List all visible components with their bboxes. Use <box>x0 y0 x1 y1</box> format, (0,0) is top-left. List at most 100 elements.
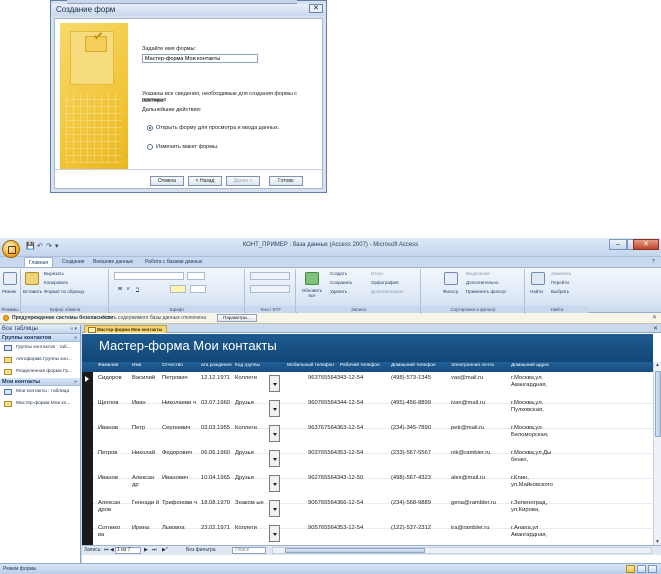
field-9[interactable]: г.Зеленоград, ул.Кирова, <box>511 500 559 514</box>
field-8[interactable]: ira@rambler.ru <box>451 525 507 532</box>
totals-button[interactable]: Итоги <box>371 271 383 276</box>
help-icon[interactable]: ? <box>648 257 659 267</box>
field-6[interactable]: 66-12-54 <box>340 500 384 507</box>
filter-status-button[interactable]: Без фильтра <box>186 547 216 554</box>
field-7[interactable]: (498)-573-1345 <box>391 375 443 382</box>
field-1[interactable]: Василий <box>132 375 162 382</box>
field-6[interactable]: 53-12-54 <box>340 450 384 457</box>
format-painter-button[interactable]: Формат по образцу <box>44 289 84 294</box>
field-7[interactable]: (233)-567-5567 <box>391 450 443 457</box>
field-7[interactable]: (122)-537-2312 <box>391 525 443 532</box>
next-button[interactable]: Далее > <box>226 176 260 186</box>
design-view-icon[interactable] <box>648 565 657 573</box>
vertical-scrollbar[interactable]: ▲ ▼ <box>653 362 661 545</box>
minimize-button[interactable]: – <box>609 239 627 250</box>
field-8[interactable]: gena@rambler.ru <box>451 500 507 507</box>
field-4[interactable]: Друзья <box>235 400 265 407</box>
tab-home[interactable]: Главная <box>24 257 54 267</box>
field-0[interactable]: Сидоров <box>98 375 126 382</box>
replace-button[interactable]: Заменить <box>551 271 571 276</box>
nav-pane-header[interactable]: Все таблицы « ▾ <box>0 325 80 334</box>
view-button[interactable]: Режим <box>2 289 16 294</box>
field-9[interactable]: г.Москва,ул.Ды бенко, <box>511 450 559 464</box>
cut-button[interactable]: Вырезать <box>44 271 64 276</box>
group-dropdown-button[interactable] <box>269 500 280 517</box>
modify-layout-radio[interactable] <box>147 144 153 150</box>
collapse-icon[interactable]: » <box>74 334 77 342</box>
paste-button[interactable]: Вставить <box>23 289 42 294</box>
scroll-up-icon[interactable]: ▲ <box>655 362 660 368</box>
field-8[interactable]: alex@mail.ru <box>451 475 507 482</box>
close-icon[interactable]: ✕ <box>309 4 323 13</box>
toggle-filter-button[interactable]: Применить фильтр <box>466 289 506 294</box>
italic-button[interactable]: К <box>127 286 130 291</box>
nav-group-contact-groups[interactable]: Группы контактов » <box>0 334 80 342</box>
field-1[interactable]: Алексан др <box>132 475 162 489</box>
field-0[interactable]: Алексан дров <box>98 500 126 514</box>
field-3[interactable]: 03.03.1955 <box>201 425 235 432</box>
field-6[interactable]: 63-12-54 <box>340 425 384 432</box>
field-8[interactable]: ivan@mail.ru <box>451 400 507 407</box>
new-record-button[interactable]: Создать <box>330 271 347 276</box>
field-1[interactable]: Ирина <box>132 525 162 532</box>
group-dropdown-button[interactable] <box>269 375 280 392</box>
fill-color-button[interactable] <box>170 285 186 293</box>
nav-item-contact-groups-table[interactable]: Группы контактов : таб... <box>0 342 80 354</box>
field-4[interactable]: Коллеги <box>235 425 265 432</box>
field-2[interactable]: Петрович <box>162 375 198 382</box>
advanced-filter-button[interactable]: Дополнительно <box>466 280 498 285</box>
field-8[interactable]: nik@rambler.ru <box>451 450 507 457</box>
close-window-button[interactable]: ✕ <box>633 239 659 250</box>
layout-view-icon[interactable] <box>637 565 646 573</box>
select-button[interactable]: Выбрать <box>551 289 569 294</box>
list-buttons[interactable] <box>250 285 290 293</box>
underline-button[interactable]: Ч <box>136 286 139 291</box>
font-size-select[interactable] <box>187 272 205 280</box>
field-3[interactable]: 06.06.1960 <box>201 450 235 457</box>
field-9[interactable]: г.Клин, ул.Майковского <box>511 475 559 489</box>
close-icon[interactable]: ✕ <box>653 325 658 332</box>
scroll-thumb[interactable] <box>285 548 425 553</box>
indent-buttons[interactable] <box>250 272 290 280</box>
last-record-icon[interactable]: ⏭ <box>152 547 157 554</box>
field-9[interactable]: г.Москва,ул. Авангардная, <box>511 375 559 389</box>
back-button[interactable]: < Назад <box>188 176 222 186</box>
group-dropdown-button[interactable] <box>269 400 280 417</box>
field-2[interactable]: Николаеви ч <box>162 400 198 407</box>
horizontal-scrollbar[interactable] <box>272 547 652 554</box>
new-record-icon[interactable]: ▶* <box>162 547 168 554</box>
nav-item-my-contacts-table[interactable]: Мои контакты : таблица <box>0 386 80 398</box>
field-6[interactable]: 43-12-54 <box>340 375 384 382</box>
field-1[interactable]: Геннади й <box>132 500 162 507</box>
open-form-radio[interactable] <box>147 125 153 131</box>
selection-button[interactable]: Выделение <box>466 271 490 276</box>
field-6[interactable]: 53-12-54 <box>340 525 384 532</box>
refresh-all-button[interactable]: Обновить все <box>298 288 326 298</box>
filter-button[interactable]: Фильтр <box>443 289 458 294</box>
collapse-icon[interactable]: » <box>74 378 77 386</box>
field-2[interactable]: Трифонови ч <box>162 500 198 507</box>
first-record-icon[interactable]: ⏮ <box>104 547 109 554</box>
field-4[interactable]: Коллеги <box>235 525 265 532</box>
field-2[interactable]: Сергеевич <box>162 425 198 432</box>
field-0[interactable]: Иванов <box>98 425 126 432</box>
next-record-icon[interactable]: ▶ <box>144 547 148 554</box>
document-tab[interactable]: Мастер-форма Мои контакты <box>84 325 168 333</box>
group-dropdown-button[interactable] <box>269 425 280 442</box>
delete-record-button[interactable]: Удалить <box>330 289 347 294</box>
field-7[interactable]: (234)-568-9889 <box>391 500 443 507</box>
group-dropdown-button[interactable] <box>269 475 280 492</box>
field-0[interactable]: Щеглов <box>98 400 126 407</box>
tab-external-data[interactable]: Внешние данные <box>89 257 137 267</box>
options-button[interactable]: Параметры... <box>217 314 257 322</box>
record-selector[interactable] <box>82 372 93 545</box>
group-dropdown-button[interactable] <box>269 525 280 542</box>
field-8[interactable]: vas@mail.ru <box>451 375 507 382</box>
record-position-field[interactable]: 1 из 7 <box>115 547 141 554</box>
cancel-button[interactable]: Отмена <box>150 176 184 186</box>
form-name-input[interactable] <box>142 54 258 63</box>
field-1[interactable]: Иван <box>132 400 162 407</box>
field-4[interactable]: Коллеги <box>235 375 265 382</box>
field-1[interactable]: Петр <box>132 425 162 432</box>
nav-item-wizard-form[interactable]: Мастер-форма Мои ко... <box>0 398 80 410</box>
